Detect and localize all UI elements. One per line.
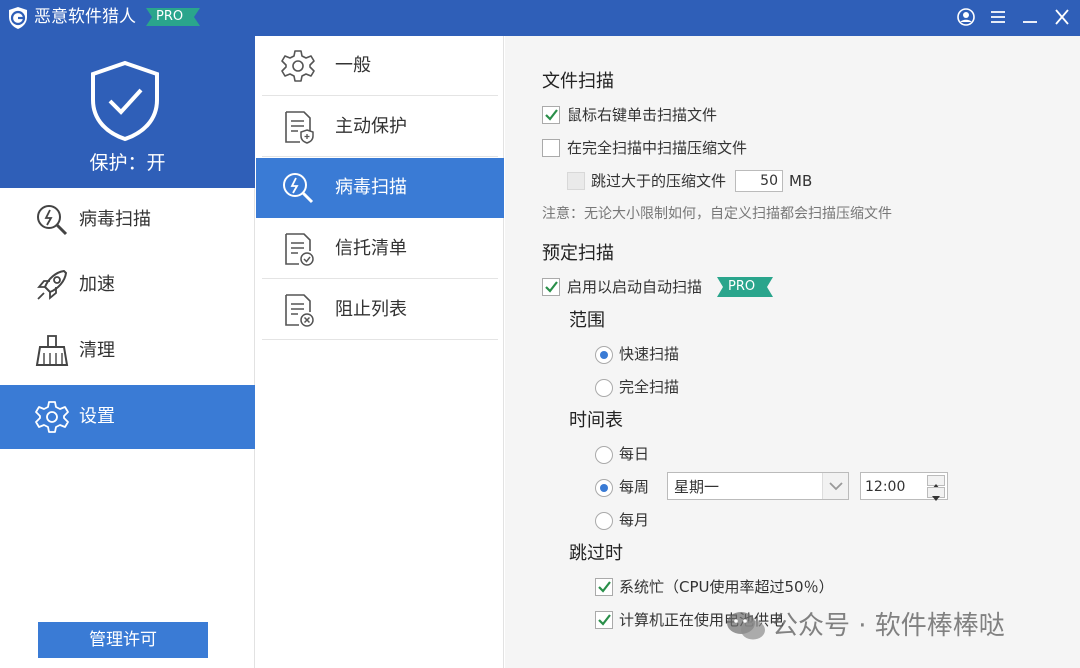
sidebar-item-settings[interactable]: 设置 [0,385,255,449]
document-shield-icon [285,111,314,144]
monthly-label: 每月 [619,511,650,529]
checkmark-icon [545,281,558,293]
archive-size-limit-input[interactable]: 50 [735,170,783,192]
sidebar-item-label: 清理 [79,340,115,361]
checkmark-icon [545,109,558,121]
rocket-icon [37,269,68,300]
weekly-label: 每周 [619,478,650,496]
shield-check-icon [91,60,159,142]
settings-nav-general[interactable]: 一般 [256,36,504,96]
gear-icon [281,50,315,82]
checkmark-icon [598,614,611,626]
sidebar-item-speedup[interactable]: 加速 [0,253,255,317]
daily-label: 每日 [619,445,650,463]
settings-nav-label: 一般 [335,55,371,76]
settings-nav-label: 病毒扫描 [335,177,407,198]
full-scan-label: 完全扫描 [619,378,680,396]
pro-badge-label: PRO [728,279,756,294]
weekly-radio[interactable] [595,479,613,497]
settings-nav-trusted-list[interactable]: 信托清单 [256,219,504,279]
virus-scan-icon [283,173,314,204]
watermark-text: 公众号 · 软件棒棒哒 [772,611,1005,641]
daily-radio[interactable] [595,446,613,464]
scan-archives-label: 在完全扫描中扫描压缩文件 [567,139,748,157]
settings-nav: 一般 主动保护 病毒扫描 信托清单 阻止列表 [256,36,504,668]
minimize-icon[interactable] [1018,5,1042,29]
skip-large-archives-label: 跳过大于的压缩文件 [591,172,727,190]
time-decrement-button[interactable] [927,487,945,501]
archive-scan-note: 注意：无论大小限制如何，自定义扫描都会扫描压缩文件 [542,206,892,222]
sidebar-item-label: 加速 [79,274,115,295]
gear-icon [35,401,69,433]
app-logo-icon [9,7,27,29]
skip-large-archives-checkbox[interactable] [567,172,585,190]
settings-nav-virus-scan[interactable]: 病毒扫描 [256,158,504,218]
document-check-icon [285,233,314,266]
broom-icon [35,335,69,366]
full-scan-radio[interactable] [595,379,613,397]
sidebar-item-virus-scan[interactable]: 病毒扫描 [0,188,255,252]
settings-nav-active-protection[interactable]: 主动保护 [256,97,504,157]
skip-when-busy-label: 系统忙（CPU使用率超过50％） [619,578,834,596]
protection-status-panel: 保护：开 [0,36,255,188]
virus-scan-settings-panel: 文件扫描 鼠标右键单击扫描文件 在完全扫描中扫描压缩文件 跳过大于的压缩文件 5… [505,36,1080,668]
divider [262,156,498,157]
sidebar-item-label: 病毒扫描 [79,209,151,230]
pro-badge-label: PRO [156,9,184,24]
virus-scan-icon [37,205,68,236]
menu-icon[interactable] [986,5,1010,29]
app-title: 恶意软件猎人 [34,7,136,27]
watermark: 公众号 · 软件棒棒哒 [724,606,1064,646]
divider [262,278,498,279]
title-bar: 恶意软件猎人 PRO [0,0,1080,36]
quick-scan-radio[interactable] [595,346,613,364]
main-sidebar: 保护：开 病毒扫描 加速 清理 设置 管理许可 [0,36,255,668]
enable-scheduled-scan-checkbox[interactable] [542,278,560,296]
settings-nav-label: 主动保护 [335,116,407,137]
divider [262,339,498,340]
scan-time-input[interactable]: 12:00 [860,472,948,501]
pro-badge: PRO [146,8,200,26]
right-click-scan-label: 鼠标右键单击扫描文件 [567,106,718,124]
weekday-select[interactable]: 星期一 [667,472,849,500]
schedule-title: 时间表 [569,410,623,431]
archive-size-unit: MB [789,172,813,190]
skip-when-title: 跳过时 [569,543,623,564]
scan-archives-checkbox[interactable] [542,139,560,157]
manage-license-button[interactable]: 管理许可 [38,622,208,658]
sidebar-item-clean[interactable]: 清理 [0,319,255,383]
wechat-icon [727,612,765,640]
enable-scheduled-scan-label: 启用以启动自动扫描 [567,278,703,296]
scheduled-scan-title: 预定扫描 [542,243,614,264]
time-increment-button[interactable] [927,475,945,489]
sidebar-item-label: 设置 [79,406,115,427]
right-click-scan-checkbox[interactable] [542,106,560,124]
monthly-radio[interactable] [595,512,613,530]
dropdown-arrow[interactable] [822,473,848,499]
divider [262,95,498,96]
spin-down-icon [932,496,940,501]
protection-status: 保护：开 [89,152,166,174]
weekday-select-value: 星期一 [674,478,720,496]
scan-time-value: 12:00 [865,479,906,495]
settings-nav-block-list[interactable]: 阻止列表 [256,280,504,340]
settings-nav-label: 信托清单 [335,238,407,259]
account-icon[interactable] [954,5,978,29]
skip-on-battery-checkbox[interactable] [595,611,613,629]
chevron-down-icon [829,482,843,491]
skip-when-busy-checkbox[interactable] [595,578,613,596]
quick-scan-label: 快速扫描 [619,345,680,363]
pro-badge: PRO [717,277,773,297]
scope-title: 范围 [569,310,605,331]
file-scan-title: 文件扫描 [542,71,614,92]
document-block-icon [285,294,314,327]
settings-nav-label: 阻止列表 [335,299,407,320]
close-icon[interactable] [1050,5,1074,29]
checkmark-icon [598,581,611,593]
